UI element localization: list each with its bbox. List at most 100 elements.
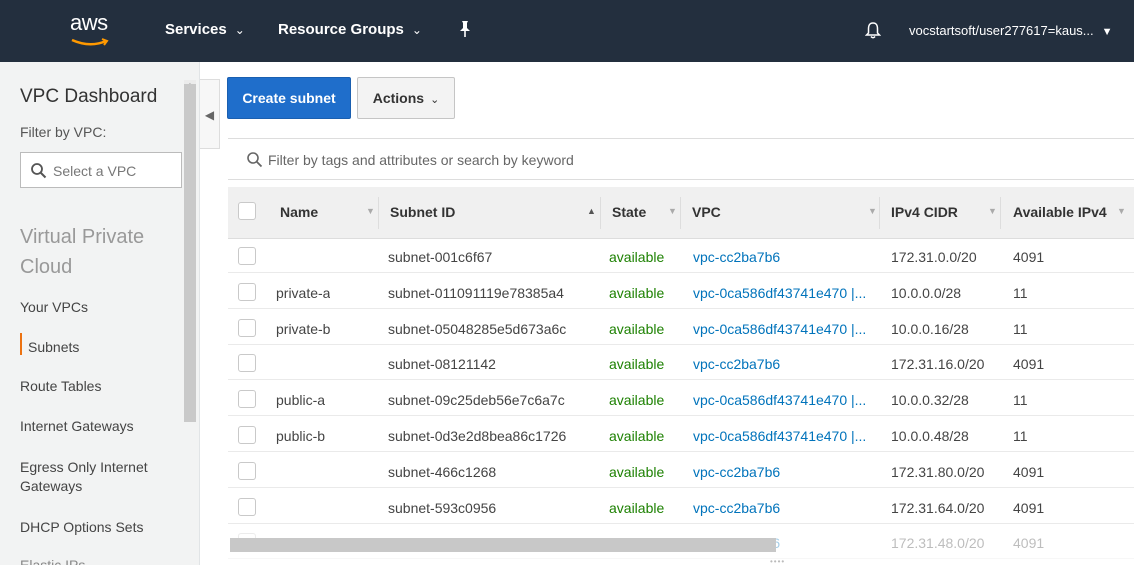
- row-checkbox[interactable]: [238, 426, 256, 444]
- services-menu[interactable]: Services ⌄: [165, 21, 245, 38]
- cell-available: 4091: [1013, 463, 1045, 480]
- table-row[interactable]: subnet-593c0956 available vpc-cc2ba7b6 172.…: [228, 491, 1134, 524]
- aws-logo-text: aws: [70, 10, 108, 35]
- chevron-down-icon: ⌄: [430, 94, 440, 106]
- aws-smile-icon: [71, 38, 109, 46]
- table-row[interactable]: subnet-08121142 available vpc-cc2ba7b6 172.…: [228, 347, 1134, 381]
- cell-state: available: [609, 320, 665, 337]
- column-header-available-ipv4[interactable]: Available IPv4: [1013, 204, 1107, 220]
- column-header-name[interactable]: Name: [280, 204, 318, 220]
- column-divider[interactable]: [600, 197, 601, 229]
- chevron-left-icon: ◀: [204, 108, 215, 122]
- bell-icon[interactable]: [864, 21, 882, 42]
- column-header-vpc[interactable]: VPC: [692, 204, 721, 220]
- cell-vpc[interactable]: vpc-cc2ba7b6: [693, 249, 869, 265]
- cell-vpc[interactable]: vpc-0ca586df43741e470 |...: [693, 392, 869, 408]
- column-divider[interactable]: [879, 197, 880, 229]
- pin-icon[interactable]: [458, 20, 472, 43]
- sidebar-title[interactable]: VPC Dashboard: [20, 86, 157, 108]
- cell-name: private-a: [276, 284, 331, 301]
- table-row[interactable]: subnet-466c1268 available vpc-cc2ba7b6 172.…: [228, 455, 1134, 488]
- cell-name: public-a: [276, 392, 326, 409]
- row-checkbox[interactable]: [238, 390, 256, 409]
- table-header: Name ▼ Subnet ID ▲ State ▼ VPC ▼ IPv4 CI…: [228, 187, 1134, 239]
- cell-available: 4091: [1013, 535, 1045, 552]
- column-divider[interactable]: [378, 197, 379, 229]
- sidebar-item-egress-only-internet-gateways[interactable]: Egress Only Internet Gateways: [20, 458, 180, 496]
- cell-vpc[interactable]: vpc-cc2ba7b6: [693, 356, 869, 372]
- account-label: vocstartsoft/user277617=kaus...: [909, 23, 1094, 38]
- sidebar-section-virtual-private-cloud: Virtual Private Cloud: [20, 226, 145, 278]
- caret-down-icon: ▼: [1101, 26, 1113, 38]
- cell-cidr: 172.31.0.0/20: [891, 249, 977, 265]
- row-checkbox[interactable]: [238, 461, 256, 480]
- resource-groups-menu[interactable]: Resource Groups ⌄: [278, 21, 422, 38]
- sidebar-item-dhcp-options-sets[interactable]: DHCP Options Sets: [20, 518, 180, 537]
- sort-icon[interactable]: ▼: [366, 206, 375, 216]
- column-divider[interactable]: [680, 197, 681, 229]
- column-header-state[interactable]: State: [612, 204, 646, 220]
- table-row[interactable]: private-b subnet-05048285e5d673a6c availab…: [228, 312, 1134, 345]
- sort-icon[interactable]: ▼: [988, 206, 997, 216]
- cell-subnet-id: subnet-011091119e78385a4: [388, 284, 564, 301]
- column-divider[interactable]: [1000, 197, 1001, 229]
- cell-subnet-id: subnet-09c25deb56e7c6a7c: [388, 392, 565, 409]
- cell-state: available: [609, 392, 665, 409]
- sort-icon[interactable]: ▼: [668, 206, 677, 216]
- cell-available: 11: [1013, 320, 1028, 337]
- cell-cidr: 172.31.80.0/20: [891, 463, 985, 480]
- cell-available: 11: [1013, 428, 1028, 444]
- table-row[interactable]: subnet-001c6f67 available vpc-cc2ba7b6 172.…: [228, 240, 1134, 273]
- column-header-ipv4-cidr[interactable]: IPv4 CIDR: [891, 204, 958, 220]
- cell-available: 4091: [1013, 356, 1045, 373]
- table-row[interactable]: public-a subnet-09c25deb56e7c6a7c availabl…: [228, 383, 1134, 417]
- column-header-subnet-id[interactable]: Subnet ID: [390, 204, 455, 220]
- select-all-checkbox[interactable]: [238, 202, 256, 220]
- row-checkbox[interactable]: [238, 318, 256, 337]
- resize-handle-icon[interactable]: ••••: [770, 557, 800, 565]
- cell-name: public-b: [276, 428, 326, 444]
- filter-by-vpc-label: Filter by VPC:: [20, 124, 107, 140]
- search-placeholder: Filter by tags and attributes or search …: [268, 152, 574, 168]
- cell-vpc[interactable]: vpc-0ca586df43741e470 |...: [693, 285, 869, 301]
- table-row[interactable]: private-a subnet-011091119e78385a4 availab…: [228, 276, 1134, 309]
- cell-cidr: 10.0.0.32/28: [891, 392, 969, 409]
- sidebar-item-route-tables[interactable]: Route Tables: [20, 377, 180, 396]
- sidebar-item-internet-gateways[interactable]: Internet Gateways: [20, 417, 180, 436]
- actions-button[interactable]: Actions ⌄: [357, 77, 455, 119]
- chevron-down-icon: ⌄: [411, 23, 422, 37]
- sidebar-scrollbar[interactable]: [184, 84, 196, 422]
- sidebar-item-your-vpcs[interactable]: Your VPCs: [20, 298, 180, 317]
- aws-logo[interactable]: aws: [68, 8, 120, 54]
- sidebar-item-subnets[interactable]: Subnets: [28, 338, 188, 357]
- actions-label: Actions: [372, 90, 425, 106]
- collapse-sidebar-button[interactable]: ◀: [200, 79, 220, 149]
- row-checkbox[interactable]: [238, 282, 256, 301]
- sort-icon[interactable]: ▼: [868, 206, 877, 216]
- row-checkbox[interactable]: [238, 354, 256, 373]
- account-menu[interactable]: vocstartsoft/user277617=kaus... ▼: [909, 23, 1113, 38]
- cell-subnet-id: subnet-0d3e2d8bea86c1726: [388, 428, 567, 444]
- table-row[interactable]: public-b subnet-0d3e2d8bea86c1726 availabl…: [228, 419, 1134, 452]
- cell-vpc[interactable]: vpc-0ca586df43741e470 |...: [693, 428, 869, 444]
- cell-vpc[interactable]: vpc-cc2ba7b6: [693, 464, 869, 480]
- cell-available: 11: [1013, 392, 1028, 409]
- search-icon: [30, 162, 47, 182]
- horizontal-scrollbar[interactable]: [230, 538, 776, 552]
- sort-icon[interactable]: ▼: [1117, 206, 1126, 216]
- cell-vpc[interactable]: vpc-0ca586df43741e470 |...: [693, 321, 869, 337]
- row-checkbox[interactable]: [238, 497, 256, 516]
- cell-name: private-b: [276, 320, 331, 337]
- cell-subnet-id: subnet-593c0956: [388, 499, 497, 516]
- create-subnet-button[interactable]: Create subnet: [227, 77, 351, 119]
- cell-vpc[interactable]: vpc-cc2ba7b6: [693, 500, 869, 516]
- sort-ascending-icon[interactable]: ▲: [587, 206, 596, 216]
- filter-search-bar[interactable]: Filter by tags and attributes or search …: [228, 138, 1134, 180]
- row-checkbox[interactable]: [238, 247, 256, 265]
- sidebar-item-elastic-ips[interactable]: Elastic IPs: [20, 556, 180, 565]
- cell-cidr: 10.0.0.16/28: [891, 320, 969, 337]
- cell-state: available: [609, 249, 665, 265]
- cell-cidr: 172.31.48.0/20: [891, 535, 985, 552]
- cell-state: available: [609, 499, 665, 516]
- vpc-select[interactable]: Select a VPC: [20, 152, 182, 188]
